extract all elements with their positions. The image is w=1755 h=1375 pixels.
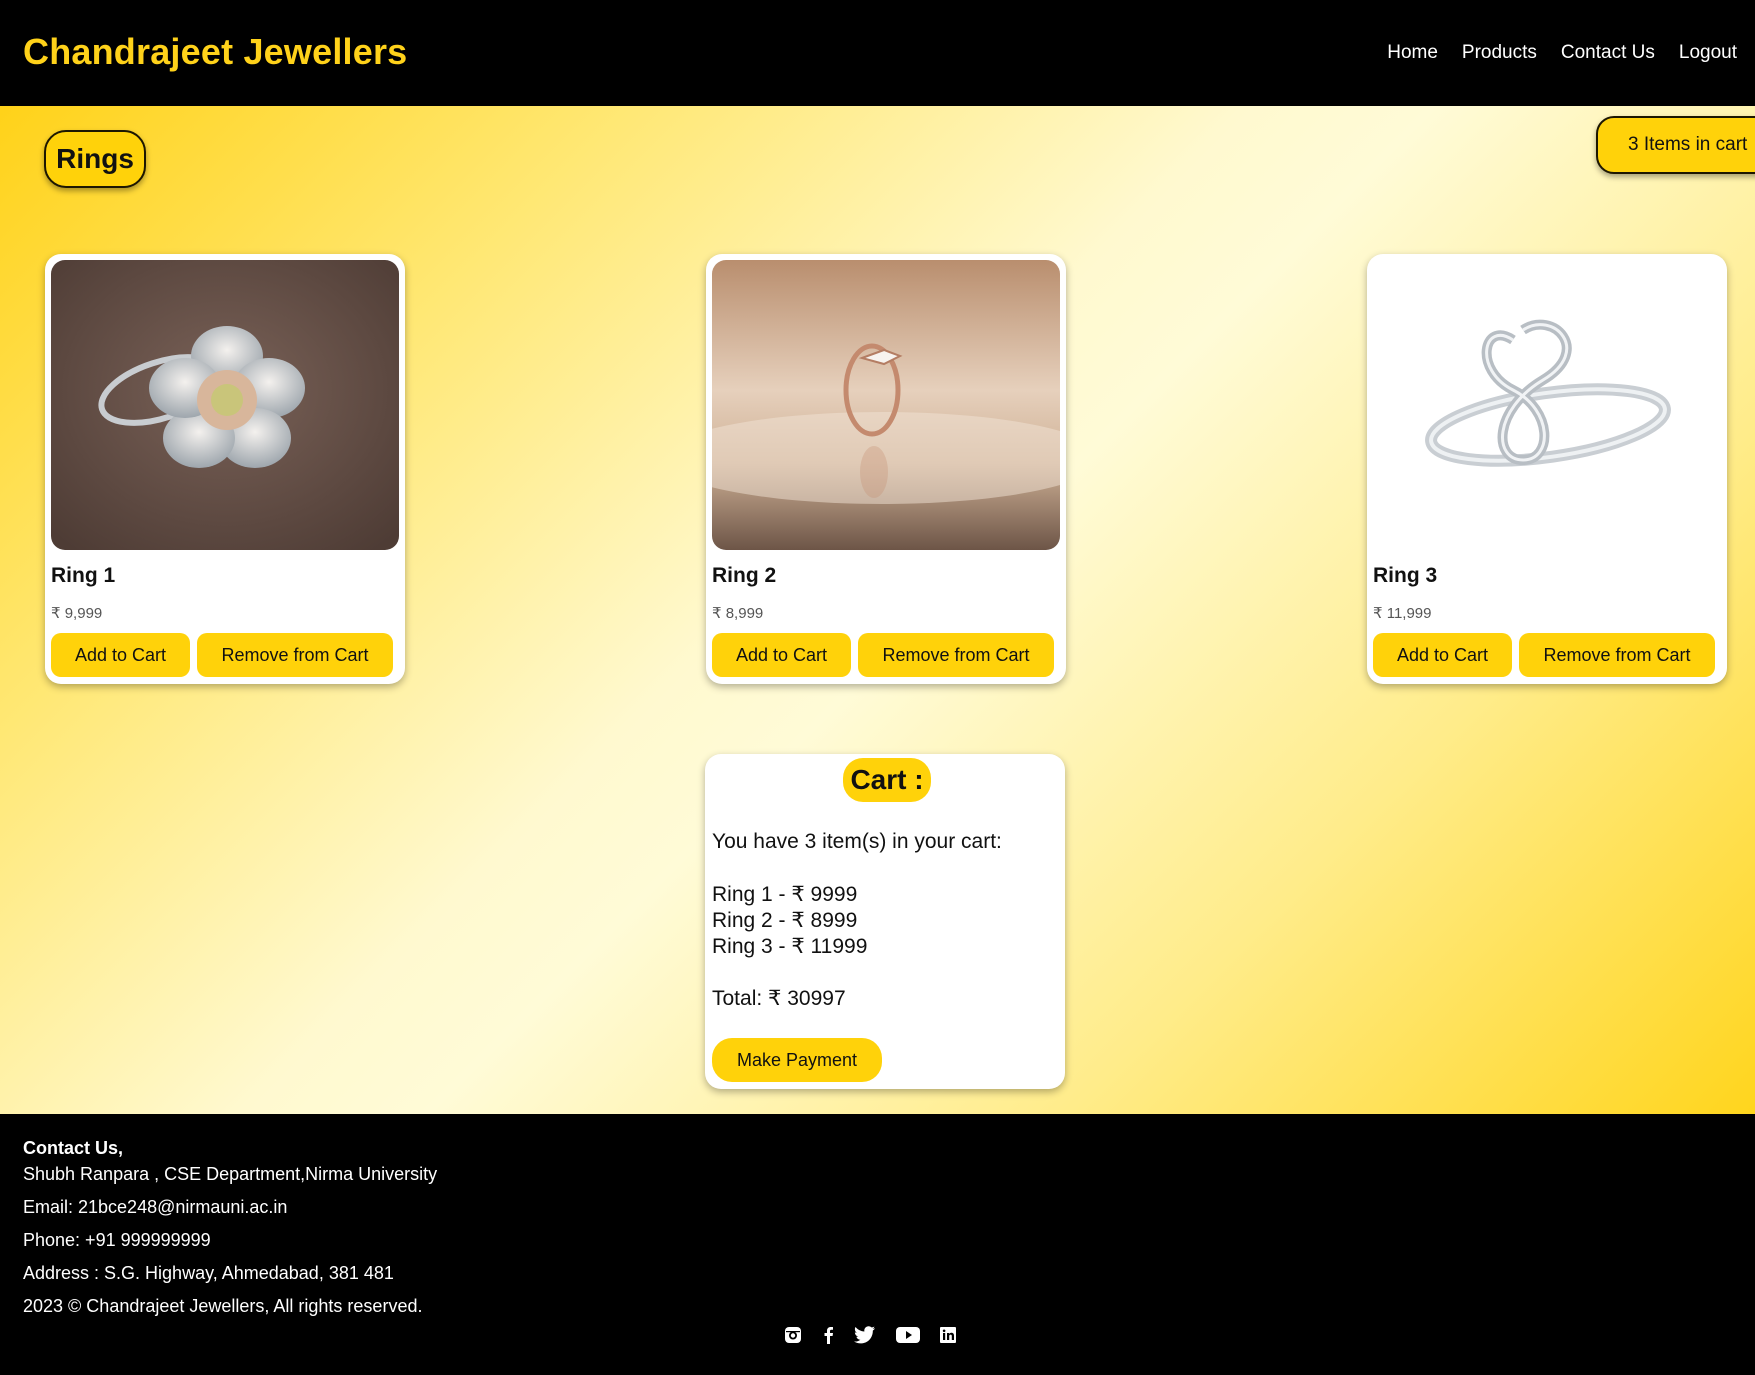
cart-total: Total: ₹ 30997 xyxy=(712,987,846,1010)
social-links xyxy=(784,1326,956,1344)
main-content: Rings 3 Items in cart Ring 1 ₹ 9,999 Add… xyxy=(0,106,1755,1114)
nav-logout-link[interactable]: Logout xyxy=(1679,42,1737,64)
product-price: ₹ 11,999 xyxy=(1373,605,1432,622)
add-to-cart-button[interactable]: Add to Cart xyxy=(1373,633,1512,677)
cart-item: Ring 3 - ₹ 11999 xyxy=(712,935,868,958)
cart-summary: You have 3 item(s) in your cart: xyxy=(712,830,1002,853)
site-header: Chandrajeet Jewellers Home Products Cont… xyxy=(0,0,1755,106)
instagram-icon[interactable] xyxy=(784,1326,802,1344)
nav-contact-link[interactable]: Contact Us xyxy=(1561,42,1655,64)
footer-email-line: Email: 21bce248@nirmauni.ac.in xyxy=(23,1197,288,1217)
product-name: Ring 1 xyxy=(51,564,116,587)
make-payment-button[interactable]: Make Payment xyxy=(712,1038,882,1082)
remove-from-cart-button[interactable]: Remove from Cart xyxy=(197,633,393,677)
product-card-ring-3: Ring 3 ₹ 11,999 Add to Cart Remove from … xyxy=(1367,254,1727,684)
section-title: Rings xyxy=(44,130,146,188)
remove-from-cart-button[interactable]: Remove from Cart xyxy=(1519,633,1715,677)
linkedin-icon[interactable] xyxy=(940,1327,956,1343)
product-name: Ring 2 xyxy=(712,564,777,587)
product-card-ring-2: Ring 2 ₹ 8,999 Add to Cart Remove from C… xyxy=(706,254,1066,684)
footer-phone-line: Phone: +91 999999999 xyxy=(23,1230,211,1250)
cart-count-badge[interactable]: 3 Items in cart xyxy=(1596,116,1755,174)
product-image-ring-1 xyxy=(51,260,399,550)
main-nav: Home Products Contact Us Logout xyxy=(1387,42,1737,64)
product-name: Ring 3 xyxy=(1373,564,1438,587)
footer-copyright: 2023 © Chandrajeet Jewellers, All rights… xyxy=(23,1296,423,1316)
footer-name-line: Shubh Ranpara , CSE Department,Nirma Uni… xyxy=(23,1164,438,1184)
cart-item: Ring 1 - ₹ 9999 xyxy=(712,883,858,906)
product-price: ₹ 9,999 xyxy=(51,605,103,622)
brand-title[interactable]: Chandrajeet Jewellers xyxy=(23,31,407,73)
cart-title: Cart : xyxy=(843,758,931,802)
add-to-cart-button[interactable]: Add to Cart xyxy=(51,633,190,677)
product-price: ₹ 8,999 xyxy=(712,605,764,622)
nav-home-link[interactable]: Home xyxy=(1387,42,1438,64)
youtube-icon[interactable] xyxy=(896,1326,920,1344)
remove-from-cart-button[interactable]: Remove from Cart xyxy=(858,633,1054,677)
product-image-ring-2 xyxy=(712,260,1060,550)
footer-address-line: Address : S.G. Highway, Ahmedabad, 381 4… xyxy=(23,1263,394,1283)
facebook-icon[interactable] xyxy=(822,1326,834,1344)
site-footer: Contact Us, Shubh Ranpara , CSE Departme… xyxy=(0,1114,1755,1375)
product-card-ring-1: Ring 1 ₹ 9,999 Add to Cart Remove from C… xyxy=(45,254,405,684)
nav-products-link[interactable]: Products xyxy=(1462,42,1537,64)
cart-items-list: Ring 1 - ₹ 9999 Ring 2 - ₹ 8999 Ring 3 -… xyxy=(712,882,867,960)
twitter-icon[interactable] xyxy=(854,1326,876,1344)
cart-item: Ring 2 - ₹ 8999 xyxy=(712,909,858,932)
product-image-ring-3 xyxy=(1373,260,1721,550)
footer-heading: Contact Us, xyxy=(23,1138,124,1158)
add-to-cart-button[interactable]: Add to Cart xyxy=(712,633,851,677)
cart-panel: Cart : You have 3 item(s) in your cart: … xyxy=(705,754,1065,1089)
